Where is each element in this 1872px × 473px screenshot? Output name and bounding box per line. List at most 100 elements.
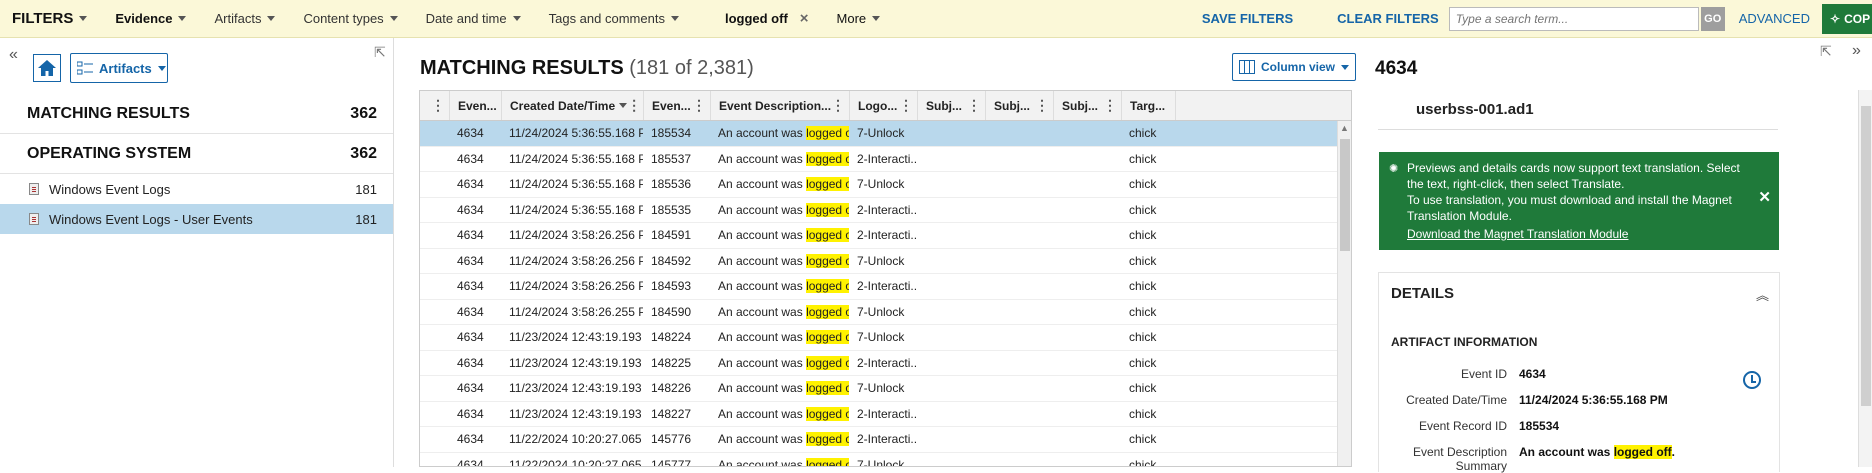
table-row[interactable]: 4634 11/24/2024 3:58:26.256 PM 184593 An ac…	[420, 274, 1351, 300]
field-description: Event Description Summary An account was …	[1361, 445, 1763, 473]
filter-menu-date-and-time[interactable]: Date and time	[412, 11, 535, 26]
download-translation-link[interactable]: Download the Magnet Translation Module	[1407, 226, 1743, 242]
table-row[interactable]: 4634 11/24/2024 5:36:55.168 PM 185534 An ac…	[420, 121, 1351, 147]
home-button[interactable]	[33, 54, 61, 82]
table-row[interactable]: 4634 11/23/2024 12:43:19.193 AM 148226 An a…	[420, 376, 1351, 402]
column-header[interactable]: Event Description... ⋮	[711, 91, 850, 120]
column-header[interactable]: ⋮	[420, 91, 450, 120]
column-header[interactable]: Subj... ⋮	[918, 91, 986, 120]
table-row[interactable]: 4634 11/24/2024 3:58:26.255 PM 184590 An ac…	[420, 300, 1351, 325]
column-header[interactable]: Created Date/Time ⋮	[502, 91, 644, 120]
table-cell: 11/23/2024 12:43:19.193 AM	[509, 381, 643, 396]
column-menu-icon[interactable]: ⋮	[431, 97, 445, 114]
close-icon[interactable]: ✕	[1758, 190, 1771, 206]
save-filters-button[interactable]: SAVE FILTERS	[1202, 11, 1293, 26]
column-view-button[interactable]: Column view	[1232, 53, 1356, 81]
column-menu-icon[interactable]: ⋮	[1103, 97, 1117, 114]
search-highlight: logged off	[806, 304, 849, 319]
table-cell: 4634	[457, 279, 484, 294]
scroll-thumb[interactable]	[1861, 106, 1871, 406]
table-cell	[986, 427, 1054, 452]
description-text: An account was	[718, 151, 807, 166]
filter-menu-tags-and-comments[interactable]: Tags and comments	[535, 11, 693, 26]
table-scrollbar[interactable]: ▲	[1337, 121, 1351, 466]
table-cell: chick	[1129, 406, 1157, 421]
event-log-icon	[29, 213, 39, 225]
details-heading: DETAILS	[1391, 285, 1455, 302]
column-menu-icon[interactable]: ⋮	[1035, 97, 1049, 114]
table-cell: An account was logged off.	[711, 274, 850, 299]
table-cell	[420, 121, 450, 146]
table-cell: 11/24/2024 5:36:55.168 PM	[509, 177, 644, 192]
search-highlight: logged off	[806, 177, 849, 192]
column-menu-icon[interactable]: ⋮	[831, 97, 845, 114]
table-row[interactable]: 4634 11/24/2024 3:58:26.256 PM 184591 An ac…	[420, 223, 1351, 249]
clock-icon[interactable]	[1743, 371, 1761, 389]
table-cell	[918, 147, 986, 172]
table-row[interactable]: 4634 11/24/2024 5:36:55.168 PM 185535 An ac…	[420, 198, 1351, 223]
list-view-icon	[77, 61, 93, 75]
filter-menu-artifacts[interactable]: Artifacts	[200, 11, 289, 26]
column-header-label: Event Description...	[719, 98, 832, 113]
field-value: 11/24/2024 5:36:55.168 PM	[1519, 393, 1668, 407]
go-button[interactable]: GO	[1700, 6, 1725, 31]
column-menu-icon[interactable]: ⋮	[899, 97, 913, 114]
corner-label: COP	[1844, 12, 1871, 26]
popout-icon[interactable]: ⇱	[1820, 43, 1832, 60]
advanced-button[interactable]: ADVANCED	[1739, 11, 1810, 26]
table-cell: chick	[1129, 457, 1157, 467]
column-header[interactable]: Logo... ⋮	[850, 91, 918, 120]
active-filter-label: logged off	[724, 11, 788, 26]
column-menu-icon[interactable]: ⋮	[967, 97, 981, 114]
column-header[interactable]: Even...⋮	[450, 91, 502, 120]
table-row[interactable]: 4634 11/24/2024 5:36:55.168 PM 185537 An ac…	[420, 147, 1351, 172]
table-cell: An account was logged off.	[711, 223, 850, 248]
popout-icon[interactable]: ⇱	[374, 44, 386, 61]
description-text: An account was	[718, 177, 807, 192]
table-row[interactable]: 4634 11/23/2024 12:43:19.193 AM 148227 An a…	[420, 402, 1351, 427]
table-cell	[918, 172, 986, 197]
section-operating-system[interactable]: OPERATING SYSTEM 362	[0, 134, 393, 174]
filter-menu-evidence[interactable]: Evidence	[101, 11, 200, 26]
table-row[interactable]: 4634 11/24/2024 3:58:26.256 PM 184592 An ac…	[420, 249, 1351, 274]
search-input[interactable]	[1448, 6, 1699, 31]
search-highlight: logged off	[1613, 445, 1672, 459]
artifacts-view-button[interactable]: Artifacts	[70, 53, 168, 83]
column-menu-icon[interactable]: ⋮	[627, 97, 641, 114]
filters-menu[interactable]: FILTERS	[0, 10, 101, 27]
table-row[interactable]: 4634 11/22/2024 10:20:27.065 PM 145777 An a…	[420, 453, 1351, 467]
clear-filters-button[interactable]: CLEAR FILTERS	[1337, 11, 1439, 26]
collapse-left-icon[interactable]: «	[9, 46, 18, 64]
details-scrollbar[interactable]	[1858, 90, 1872, 467]
active-filter-chip[interactable]: logged off ×	[711, 10, 823, 27]
table-cell	[1054, 274, 1122, 299]
collapse-right-icon[interactable]: »	[1852, 42, 1861, 60]
filter-menu-content-types[interactable]: Content types	[289, 11, 411, 26]
filter-menu-label: Artifacts	[214, 11, 262, 26]
table-row[interactable]: 4634 11/24/2024 5:36:55.168 PM 185536 An ac…	[420, 172, 1351, 198]
table-cell	[420, 172, 450, 197]
scroll-up-icon[interactable]: ▲	[1340, 123, 1349, 133]
column-header[interactable]: Targ...	[1122, 91, 1176, 120]
column-header[interactable]: Even...⋮	[644, 91, 711, 120]
tree-item-windows-event-logs[interactable]: Windows Event Logs 181	[0, 174, 393, 204]
table-cell	[420, 453, 450, 467]
table-cell: 148225	[651, 355, 692, 370]
tree-item-user-events[interactable]: Windows Event Logs - User Events 181	[0, 204, 393, 234]
table-row[interactable]: 4634 11/22/2024 10:20:27.065 PM 145776 An a…	[420, 427, 1351, 453]
chevron-up-icon[interactable]: ︽	[1756, 285, 1769, 304]
table-row[interactable]: 4634 11/23/2024 12:43:19.193 AM 148225 An a…	[420, 351, 1351, 376]
table-row[interactable]: 4634 11/23/2024 12:43:19.193 AM 148224 An a…	[420, 325, 1351, 351]
sort-desc-icon[interactable]	[619, 103, 628, 108]
results-title: MATCHING RESULTS	[420, 57, 624, 79]
scroll-thumb[interactable]	[1340, 139, 1350, 251]
corner-button[interactable]: ✧ COP	[1822, 4, 1872, 34]
column-header[interactable]: Subj... ⋮	[986, 91, 1054, 120]
close-icon[interactable]: ×	[800, 10, 809, 27]
section-matching-results[interactable]: MATCHING RESULTS 362	[0, 94, 393, 134]
filters-title: FILTERS	[12, 10, 74, 27]
column-header[interactable]: Subj... ⋮	[1054, 91, 1122, 120]
section-label: OPERATING SYSTEM	[27, 144, 192, 162]
more-menu[interactable]: More	[823, 11, 895, 26]
column-menu-icon[interactable]: ⋮	[692, 97, 706, 114]
